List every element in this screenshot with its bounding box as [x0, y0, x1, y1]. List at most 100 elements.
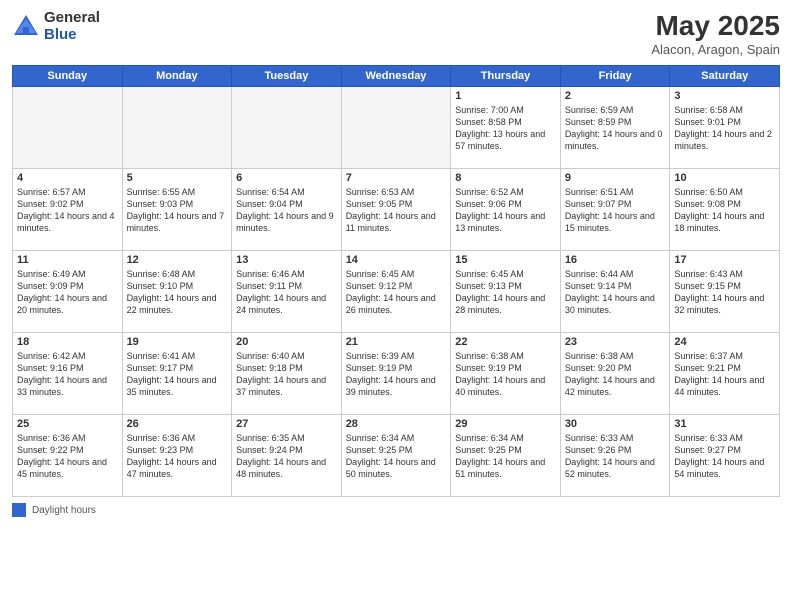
- day-number: 3: [674, 90, 775, 102]
- day-number: 19: [127, 336, 228, 348]
- calendar-table: SundayMondayTuesdayWednesdayThursdayFrid…: [12, 65, 780, 497]
- cell-info: Sunrise: 6:41 AM Sunset: 9:17 PM Dayligh…: [127, 350, 228, 399]
- calendar-cell-13: 13 Sunrise: 6:46 AM Sunset: 9:11 PM Dayli…: [232, 251, 342, 333]
- day-number: 4: [17, 172, 118, 184]
- calendar-header-tuesday: Tuesday: [232, 66, 342, 87]
- cell-info: Sunrise: 6:34 AM Sunset: 9:25 PM Dayligh…: [455, 432, 556, 481]
- calendar-cell-1: 1Sunrise: 7:00 AM Sunset: 8:58 PM Daylig…: [451, 87, 561, 169]
- title-month: May 2025: [651, 10, 780, 42]
- day-number: 27: [236, 418, 337, 430]
- day-number: 12: [127, 254, 228, 266]
- calendar-header-friday: Friday: [560, 66, 670, 87]
- day-number: 31: [674, 418, 775, 430]
- calendar-cell-4: 4 Sunrise: 6:57 AM Sunset: 9:02 PM Daylig…: [13, 169, 123, 251]
- calendar-header-sunday: Sunday: [13, 66, 123, 87]
- calendar-header-row: SundayMondayTuesdayWednesdayThursdayFrid…: [13, 66, 780, 87]
- title-block: May 2025 Alacon, Aragon, Spain: [651, 10, 780, 57]
- calendar-cell-17: 17 Sunrise: 6:43 AM Sunset: 9:15 PM Dayli…: [670, 251, 780, 333]
- cell-info: Sunrise: 6:51 AM Sunset: 9:07 PM Dayligh…: [565, 186, 666, 235]
- calendar-cell-27: 27 Sunrise: 6:35 AM Sunset: 9:24 PM Dayli…: [232, 415, 342, 497]
- logo-text: General Blue: [44, 10, 100, 43]
- calendar-cell-2: 2Sunrise: 6:59 AM Sunset: 8:59 PM Daylig…: [560, 87, 670, 169]
- calendar-cell-3: 3 Sunrise: 6:58 AM Sunset: 9:01 PM Daylig…: [670, 87, 780, 169]
- cell-info: Sunrise: 6:34 AM Sunset: 9:25 PM Dayligh…: [346, 432, 447, 481]
- cell-info: Sunrise: 6:35 AM Sunset: 9:24 PM Dayligh…: [236, 432, 337, 481]
- day-number: 15: [455, 254, 556, 266]
- calendar-cell-15: 15 Sunrise: 6:45 AM Sunset: 9:13 PM Dayli…: [451, 251, 561, 333]
- cell-info: Sunrise: 6:59 AM Sunset: 8:59 PM Dayligh…: [565, 104, 666, 153]
- cell-info: Sunrise: 6:43 AM Sunset: 9:15 PM Dayligh…: [674, 268, 775, 317]
- cell-info: Sunrise: 6:49 AM Sunset: 9:09 PM Dayligh…: [17, 268, 118, 317]
- day-number: 6: [236, 172, 337, 184]
- day-number: 17: [674, 254, 775, 266]
- cell-info: Sunrise: 6:53 AM Sunset: 9:05 PM Dayligh…: [346, 186, 447, 235]
- logo-blue: Blue: [44, 27, 100, 44]
- logo-icon: [12, 13, 40, 41]
- calendar-cell-empty: [13, 87, 123, 169]
- calendar-week-4: 18Sunrise: 6:42 AM Sunset: 9:16 PM Dayli…: [13, 333, 780, 415]
- cell-info: Sunrise: 6:45 AM Sunset: 9:13 PM Dayligh…: [455, 268, 556, 317]
- calendar-cell-25: 25Sunrise: 6:36 AM Sunset: 9:22 PM Dayli…: [13, 415, 123, 497]
- calendar-header-monday: Monday: [122, 66, 232, 87]
- calendar-cell-20: 20 Sunrise: 6:40 AM Sunset: 9:18 PM Dayli…: [232, 333, 342, 415]
- day-number: 10: [674, 172, 775, 184]
- header: General Blue May 2025 Alacon, Aragon, Sp…: [12, 10, 780, 57]
- day-number: 16: [565, 254, 666, 266]
- cell-info: Sunrise: 6:40 AM Sunset: 9:18 PM Dayligh…: [236, 350, 337, 399]
- calendar-cell-22: 22 Sunrise: 6:38 AM Sunset: 9:19 PM Dayli…: [451, 333, 561, 415]
- calendar-cell-19: 19 Sunrise: 6:41 AM Sunset: 9:17 PM Dayli…: [122, 333, 232, 415]
- cell-info: Sunrise: 6:38 AM Sunset: 9:19 PM Dayligh…: [455, 350, 556, 399]
- page: General Blue May 2025 Alacon, Aragon, Sp…: [0, 0, 792, 612]
- calendar-cell-empty: [122, 87, 232, 169]
- day-number: 30: [565, 418, 666, 430]
- title-location: Alacon, Aragon, Spain: [651, 42, 780, 57]
- cell-info: Sunrise: 6:46 AM Sunset: 9:11 PM Dayligh…: [236, 268, 337, 317]
- calendar-cell-30: 30 Sunrise: 6:33 AM Sunset: 9:26 PM Dayli…: [560, 415, 670, 497]
- calendar-week-5: 25Sunrise: 6:36 AM Sunset: 9:22 PM Dayli…: [13, 415, 780, 497]
- cell-info: Sunrise: 6:39 AM Sunset: 9:19 PM Dayligh…: [346, 350, 447, 399]
- cell-info: Sunrise: 6:33 AM Sunset: 9:26 PM Dayligh…: [565, 432, 666, 481]
- calendar-cell-empty: [232, 87, 342, 169]
- legend-color-box: [12, 503, 26, 517]
- day-number: 25: [17, 418, 118, 430]
- calendar-cell-21: 21Sunrise: 6:39 AM Sunset: 9:19 PM Dayli…: [341, 333, 451, 415]
- day-number: 9: [565, 172, 666, 184]
- calendar-week-3: 11Sunrise: 6:49 AM Sunset: 9:09 PM Dayli…: [13, 251, 780, 333]
- calendar-cell-24: 24 Sunrise: 6:37 AM Sunset: 9:21 PM Dayli…: [670, 333, 780, 415]
- cell-info: Sunrise: 6:57 AM Sunset: 9:02 PM Dayligh…: [17, 186, 118, 235]
- legend: Daylight hours: [12, 503, 780, 517]
- calendar-cell-12: 12Sunrise: 6:48 AM Sunset: 9:10 PM Dayli…: [122, 251, 232, 333]
- day-number: 24: [674, 336, 775, 348]
- cell-info: Sunrise: 6:44 AM Sunset: 9:14 PM Dayligh…: [565, 268, 666, 317]
- calendar-cell-10: 10 Sunrise: 6:50 AM Sunset: 9:08 PM Dayli…: [670, 169, 780, 251]
- calendar-cell-7: 7 Sunrise: 6:53 AM Sunset: 9:05 PM Daylig…: [341, 169, 451, 251]
- legend-label: Daylight hours: [32, 505, 96, 516]
- calendar-week-2: 4 Sunrise: 6:57 AM Sunset: 9:02 PM Daylig…: [13, 169, 780, 251]
- day-number: 26: [127, 418, 228, 430]
- cell-info: Sunrise: 6:37 AM Sunset: 9:21 PM Dayligh…: [674, 350, 775, 399]
- calendar-cell-9: 9 Sunrise: 6:51 AM Sunset: 9:07 PM Daylig…: [560, 169, 670, 251]
- cell-info: Sunrise: 6:42 AM Sunset: 9:16 PM Dayligh…: [17, 350, 118, 399]
- calendar-week-1: 1Sunrise: 7:00 AM Sunset: 8:58 PM Daylig…: [13, 87, 780, 169]
- day-number: 13: [236, 254, 337, 266]
- day-number: 23: [565, 336, 666, 348]
- calendar-header-thursday: Thursday: [451, 66, 561, 87]
- cell-info: Sunrise: 6:58 AM Sunset: 9:01 PM Dayligh…: [674, 104, 775, 153]
- day-number: 5: [127, 172, 228, 184]
- cell-info: Sunrise: 6:52 AM Sunset: 9:06 PM Dayligh…: [455, 186, 556, 235]
- day-number: 20: [236, 336, 337, 348]
- calendar-cell-6: 6Sunrise: 6:54 AM Sunset: 9:04 PM Daylig…: [232, 169, 342, 251]
- day-number: 14: [346, 254, 447, 266]
- calendar-cell-28: 28Sunrise: 6:34 AM Sunset: 9:25 PM Dayli…: [341, 415, 451, 497]
- calendar-cell-23: 23Sunrise: 6:38 AM Sunset: 9:20 PM Dayli…: [560, 333, 670, 415]
- calendar-cell-26: 26Sunrise: 6:36 AM Sunset: 9:23 PM Dayli…: [122, 415, 232, 497]
- day-number: 7: [346, 172, 447, 184]
- cell-info: Sunrise: 7:00 AM Sunset: 8:58 PM Dayligh…: [455, 104, 556, 153]
- calendar-cell-14: 14 Sunrise: 6:45 AM Sunset: 9:12 PM Dayli…: [341, 251, 451, 333]
- cell-info: Sunrise: 6:45 AM Sunset: 9:12 PM Dayligh…: [346, 268, 447, 317]
- day-number: 8: [455, 172, 556, 184]
- cell-info: Sunrise: 6:50 AM Sunset: 9:08 PM Dayligh…: [674, 186, 775, 235]
- calendar-cell-18: 18Sunrise: 6:42 AM Sunset: 9:16 PM Dayli…: [13, 333, 123, 415]
- cell-info: Sunrise: 6:55 AM Sunset: 9:03 PM Dayligh…: [127, 186, 228, 235]
- day-number: 22: [455, 336, 556, 348]
